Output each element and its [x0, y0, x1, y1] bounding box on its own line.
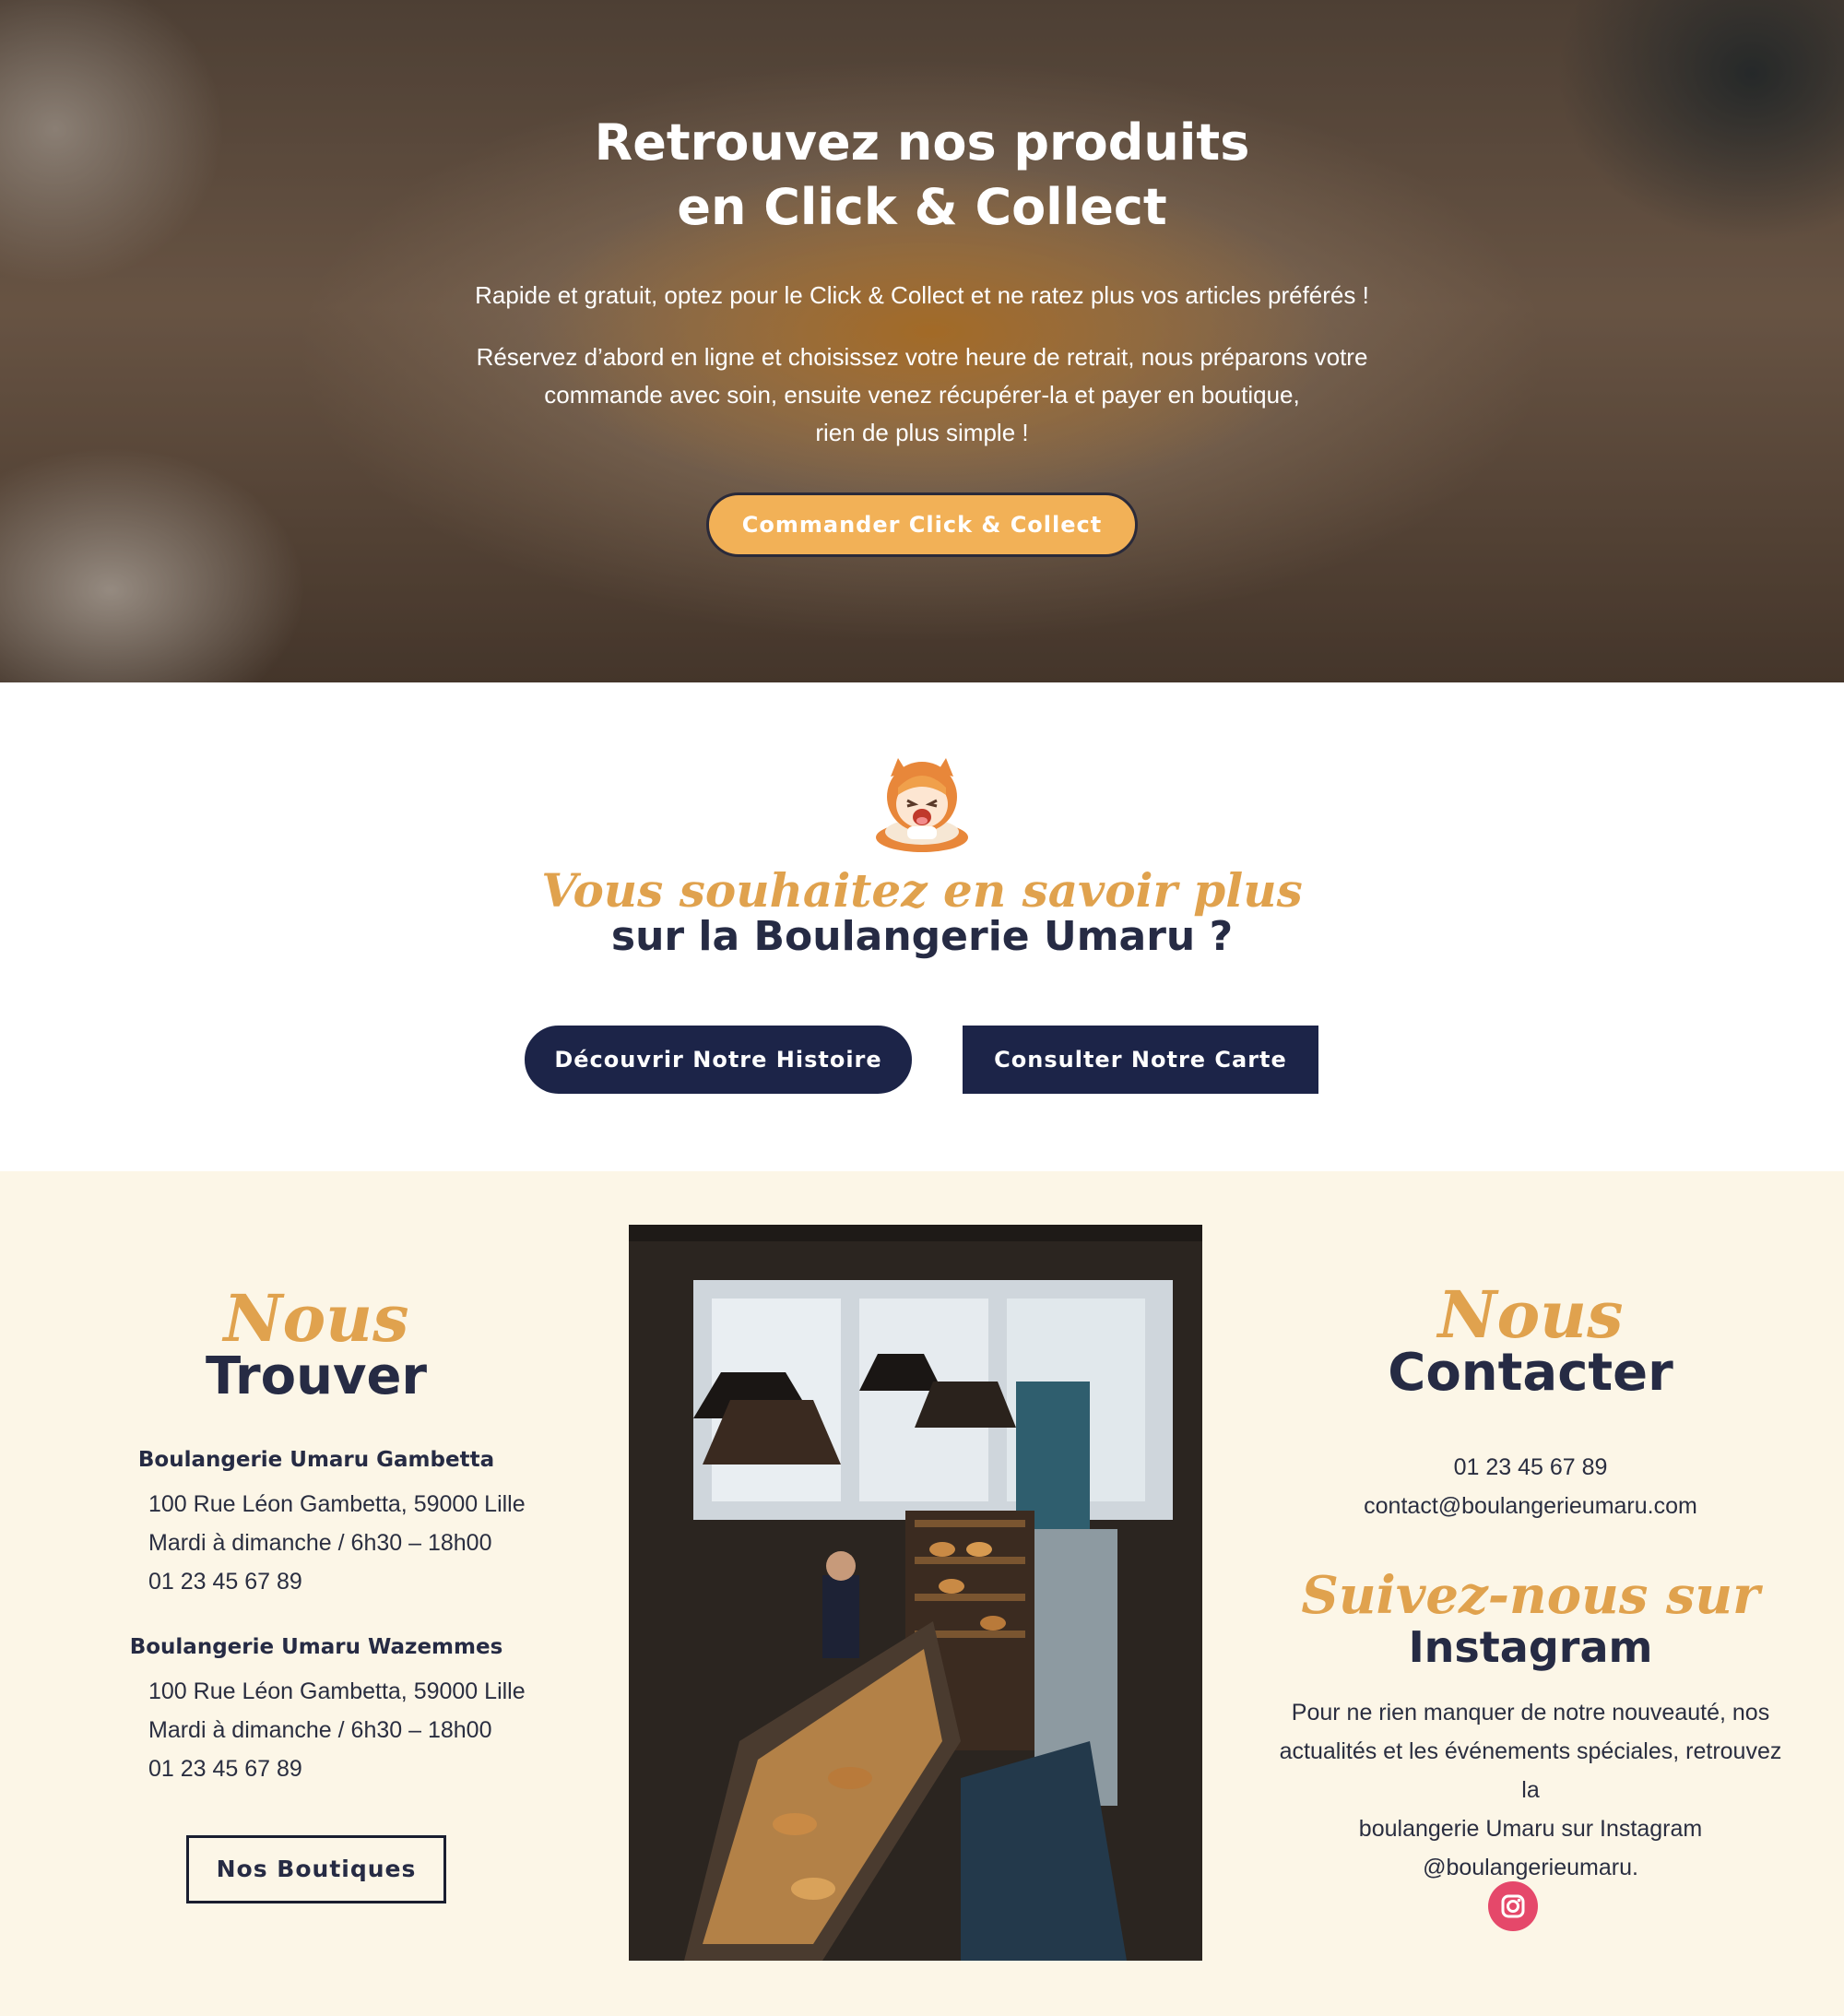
discover-history-button[interactable]: Découvrir Notre Histoire	[525, 1026, 912, 1094]
click-and-collect-button[interactable]: Commander Click & Collect	[705, 492, 1139, 557]
shop-hours: Mardi à dimanche / 6h30 – 18h00	[148, 1717, 492, 1743]
about-title: sur la Boulangerie Umaru ?	[610, 913, 1234, 960]
contact-title: Contacter	[1388, 1343, 1673, 1403]
instagram-text-line1: Pour ne rien manquer de notre nouveauté,…	[1291, 1700, 1770, 1725]
instagram-icon[interactable]	[1488, 1881, 1538, 1931]
shop-phone[interactable]: 01 23 45 67 89	[148, 1749, 526, 1788]
hero-paragraph-2-line1: Réservez d’abord en ligne et choisissez …	[476, 343, 1368, 371]
our-shops-button[interactable]: Nos Boutiques	[186, 1835, 446, 1903]
find-us-column: Nous Trouver Boulangerie Umaru Gambetta …	[0, 1171, 632, 2016]
hero-section: Retrouvez nos produits en Click & Collec…	[0, 0, 1844, 682]
about-section: Vous souhaitez en savoir plus sur la Bou…	[0, 682, 1844, 1171]
instagram-script: Suivez-nous sur	[1301, 1565, 1760, 1626]
shop-name-gambetta: Boulangerie Umaru Gambetta	[137, 1448, 495, 1472]
hero-paragraph-2-line3: rien de plus simple !	[815, 419, 1029, 446]
umaru-mascot-icon	[876, 758, 968, 852]
hero-paragraph-1: Rapide et gratuit, optez pour le Click &…	[475, 281, 1369, 309]
instagram-text-line3: boulangerie Umaru sur Instagram	[1358, 1816, 1703, 1842]
shop-address: 100 Rue Léon Gambetta, 59000 Lille	[148, 1491, 526, 1517]
contact-details: 01 23 45 67 89 contact@boulangerieumaru.…	[1217, 1448, 1844, 1525]
hero-title-line2: en Click & Collect	[677, 178, 1167, 236]
instagram-text: Pour ne rien manquer de notre nouveauté,…	[1272, 1693, 1789, 1887]
info-section: Nous Trouver Boulangerie Umaru Gambetta …	[0, 1171, 1844, 2016]
instagram-text-line2: actualités et les événements spéciales, …	[1279, 1738, 1782, 1803]
hero-title-line1: Retrouvez nos produits	[594, 113, 1250, 172]
hero-title: Retrouvez nos produits en Click & Collec…	[0, 111, 1844, 240]
view-menu-button[interactable]: Consulter Notre Carte	[963, 1026, 1318, 1094]
bakery-interior-illustration	[629, 1225, 1202, 1961]
find-us-script: Nous	[223, 1280, 409, 1357]
instagram-title: Instagram	[1408, 1622, 1653, 1672]
contact-script: Nous	[1437, 1276, 1624, 1353]
shop-address: 100 Rue Léon Gambetta, 59000 Lille	[148, 1678, 526, 1704]
contact-email[interactable]: contact@boulangerieumaru.com	[1217, 1487, 1844, 1525]
shop-phone[interactable]: 01 23 45 67 89	[148, 1562, 526, 1601]
hero-content: Retrouvez nos produits en Click & Collec…	[0, 111, 1844, 557]
contact-phone[interactable]: 01 23 45 67 89	[1217, 1448, 1844, 1487]
instagram-glyph-icon	[1501, 1894, 1525, 1918]
contact-column: Nous Contacter 01 23 45 67 89 contact@bo…	[1217, 1171, 1844, 2016]
shop-hours: Mardi à dimanche / 6h30 – 18h00	[148, 1530, 492, 1556]
shop-details-wazemmes: 100 Rue Léon Gambetta, 59000 Lille Mardi…	[148, 1672, 526, 1788]
about-script-heading: Vous souhaitez en savoir plus	[541, 863, 1303, 918]
shop-name-wazemmes: Boulangerie Umaru Wazemmes	[129, 1635, 503, 1659]
hero-paragraph-2-line2: commande avec soin, ensuite venez récupé…	[544, 381, 1300, 409]
hero-paragraph-2: Réservez d’abord en ligne et choisissez …	[461, 338, 1383, 452]
find-us-title: Trouver	[205, 1346, 428, 1406]
shop-details-gambetta: 100 Rue Léon Gambetta, 59000 Lille Mardi…	[148, 1485, 526, 1601]
bakery-interior-photo	[629, 1225, 1202, 1961]
